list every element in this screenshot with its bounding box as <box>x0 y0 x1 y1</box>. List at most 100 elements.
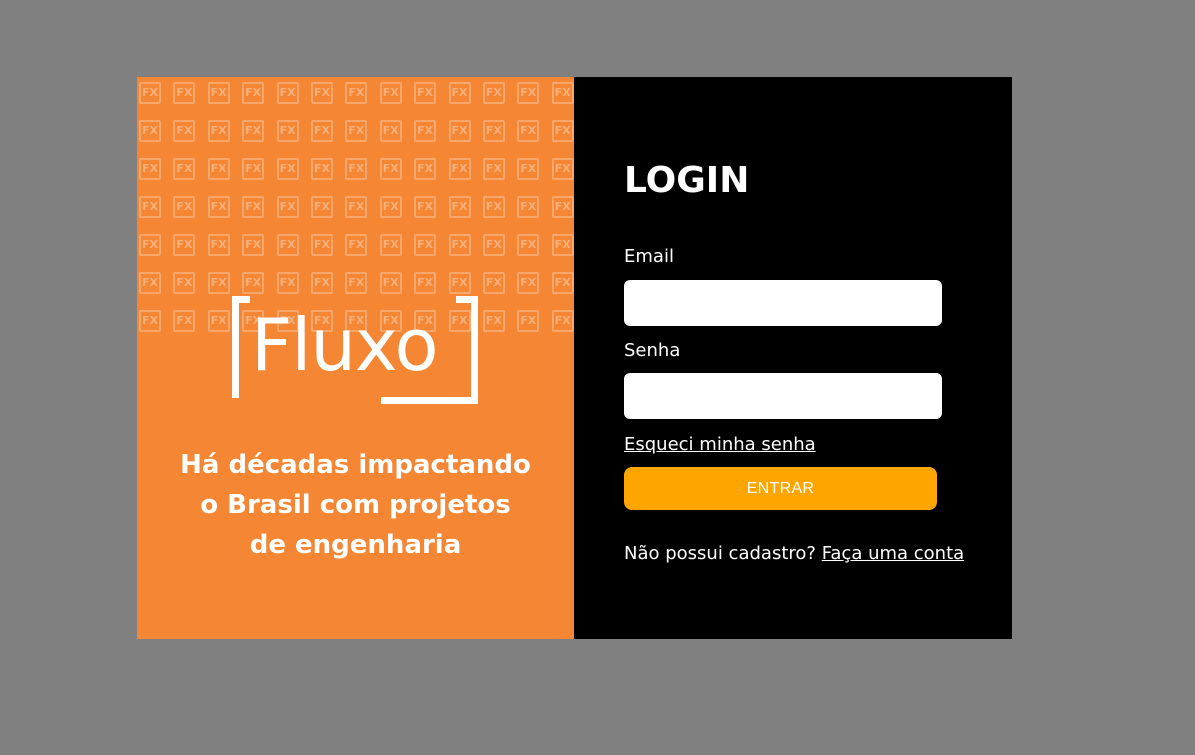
login-panel: LOGIN Email Senha Esqueci minha senha EN… <box>574 77 1012 639</box>
pattern-fx-icon: FX <box>448 120 471 142</box>
pattern-fx-icon: FX <box>551 158 574 180</box>
pattern-fx-icon: FX <box>345 234 368 256</box>
tagline-line-1: Há décadas impactando <box>180 450 531 480</box>
pattern-fx-icon: FX <box>414 196 437 218</box>
pattern-fx-icon: FX <box>173 82 196 104</box>
pattern-fx-icon: FX <box>310 82 333 104</box>
pattern-fx-icon: FX <box>482 82 505 104</box>
pattern-fx-icon: FX <box>551 120 574 142</box>
pattern-fx-icon: FX <box>517 272 540 294</box>
login-title: LOGIN <box>624 160 750 201</box>
pattern-fx-icon: FX <box>517 234 540 256</box>
pattern-fx-icon: FX <box>173 234 196 256</box>
pattern-fx-icon: FX <box>310 234 333 256</box>
pattern-fx-icon: FX <box>414 82 437 104</box>
pattern-fx-icon: FX <box>242 158 265 180</box>
pattern-fx-icon: FX <box>207 272 230 294</box>
pattern-fx-icon: FX <box>173 120 196 142</box>
tagline-line-3: de engenharia <box>249 530 462 560</box>
pattern-fx-icon: FX <box>345 196 368 218</box>
pattern-fx-icon: FX <box>207 82 230 104</box>
pattern-fx-icon: FX <box>139 196 161 218</box>
signup-row: Não possui cadastro? Faça uma conta <box>624 541 964 567</box>
pattern-fx-icon: FX <box>414 120 437 142</box>
pattern-fx-icon: FX <box>517 82 540 104</box>
pattern-fx-icon: FX <box>276 272 299 294</box>
pattern-fx-icon: FX <box>242 234 265 256</box>
pattern-fx-icon: FX <box>139 120 161 142</box>
pattern-fx-icon: FX <box>242 82 265 104</box>
fluxo-logo: Fluxo <box>231 293 481 405</box>
pattern-fx-icon: FX <box>207 158 230 180</box>
pattern-fx-icon: FX <box>379 120 402 142</box>
pattern-fx-icon: FX <box>345 272 368 294</box>
pattern-fx-icon: FX <box>207 234 230 256</box>
pattern-fx-icon: FX <box>139 82 161 104</box>
pattern-fx-icon: FX <box>379 82 402 104</box>
pattern-fx-icon: FX <box>310 158 333 180</box>
password-field[interactable] <box>624 373 942 419</box>
pattern-fx-icon: FX <box>276 196 299 218</box>
pattern-fx-icon: FX <box>173 196 196 218</box>
brand-tagline: Há décadas impactando o Brasil com proje… <box>137 445 574 565</box>
pattern-fx-icon: FX <box>551 82 574 104</box>
pattern-fx-icon: FX <box>276 82 299 104</box>
pattern-fx-icon: FX <box>345 120 368 142</box>
tagline-line-2: o Brasil com projetos <box>200 490 511 520</box>
pattern-fx-icon: FX <box>242 120 265 142</box>
pattern-fx-icon: FX <box>310 196 333 218</box>
pattern-fx-icon: FX <box>448 234 471 256</box>
pattern-fx-icon: FX <box>482 234 505 256</box>
password-label: Senha <box>624 340 681 361</box>
pattern-fx-icon: FX <box>448 196 471 218</box>
pattern-fx-icon: FX <box>482 310 505 332</box>
pattern-fx-icon: FX <box>379 272 402 294</box>
pattern-fx-icon: FX <box>207 310 230 332</box>
logo-bracket-left <box>232 296 250 398</box>
pattern-fx-icon: FX <box>482 196 505 218</box>
pattern-fx-icon: FX <box>414 272 437 294</box>
email-label: Email <box>624 246 674 267</box>
signup-link[interactable]: Faça uma conta <box>822 543 964 564</box>
pattern-fx-icon: FX <box>310 272 333 294</box>
pattern-fx-icon: FX <box>551 272 574 294</box>
pattern-fx-icon: FX <box>414 234 437 256</box>
pattern-fx-icon: FX <box>482 158 505 180</box>
pattern-fx-icon: FX <box>482 272 505 294</box>
logo-text: Fluxo <box>251 303 438 387</box>
pattern-fx-icon: FX <box>173 272 196 294</box>
pattern-fx-icon: FX <box>517 158 540 180</box>
logo-bracket-right <box>381 296 478 404</box>
pattern-fx-icon: FX <box>207 196 230 218</box>
signup-prompt: Não possui cadastro? <box>624 543 816 564</box>
forgot-password-link[interactable]: Esqueci minha senha <box>624 432 816 458</box>
pattern-fx-icon: FX <box>242 196 265 218</box>
pattern-fx-icon: FX <box>276 158 299 180</box>
pattern-fx-icon: FX <box>139 310 161 332</box>
pattern-fx-icon: FX <box>139 272 161 294</box>
pattern-fx-icon: FX <box>173 158 196 180</box>
pattern-fx-icon: FX <box>276 234 299 256</box>
pattern-fx-icon: FX <box>517 310 540 332</box>
brand-panel: FX FX FX FX FX FX FX FX FX FX FX FX FX FX FX FX FX FX FX FX… <box>137 77 574 639</box>
pattern-fx-icon: FX <box>276 120 299 142</box>
pattern-fx-icon: FX <box>448 272 471 294</box>
pattern-fx-icon: FX <box>379 196 402 218</box>
email-field[interactable] <box>624 280 942 326</box>
pattern-fx-icon: FX <box>517 196 540 218</box>
pattern-fx-icon: FX <box>551 196 574 218</box>
pattern-fx-icon: FX <box>207 120 230 142</box>
login-submit-button[interactable]: ENTRAR <box>624 467 937 510</box>
pattern-fx-icon: FX <box>139 234 161 256</box>
pattern-fx-icon: FX <box>379 158 402 180</box>
pattern-fx-icon: FX <box>414 158 437 180</box>
pattern-fx-icon: FX <box>139 158 161 180</box>
pattern-fx-icon: FX <box>345 82 368 104</box>
pattern-fx-icon: FX <box>242 272 265 294</box>
login-card: FX FX FX FX FX FX FX FX FX FX FX FX FX FX FX FX FX FX FX FX… <box>137 77 1012 639</box>
pattern-fx-icon: FX <box>551 310 574 332</box>
pattern-fx-icon: FX <box>173 310 196 332</box>
pattern-fx-icon: FX <box>448 82 471 104</box>
pattern-fx-icon: FX <box>345 158 368 180</box>
pattern-fx-icon: FX <box>482 120 505 142</box>
